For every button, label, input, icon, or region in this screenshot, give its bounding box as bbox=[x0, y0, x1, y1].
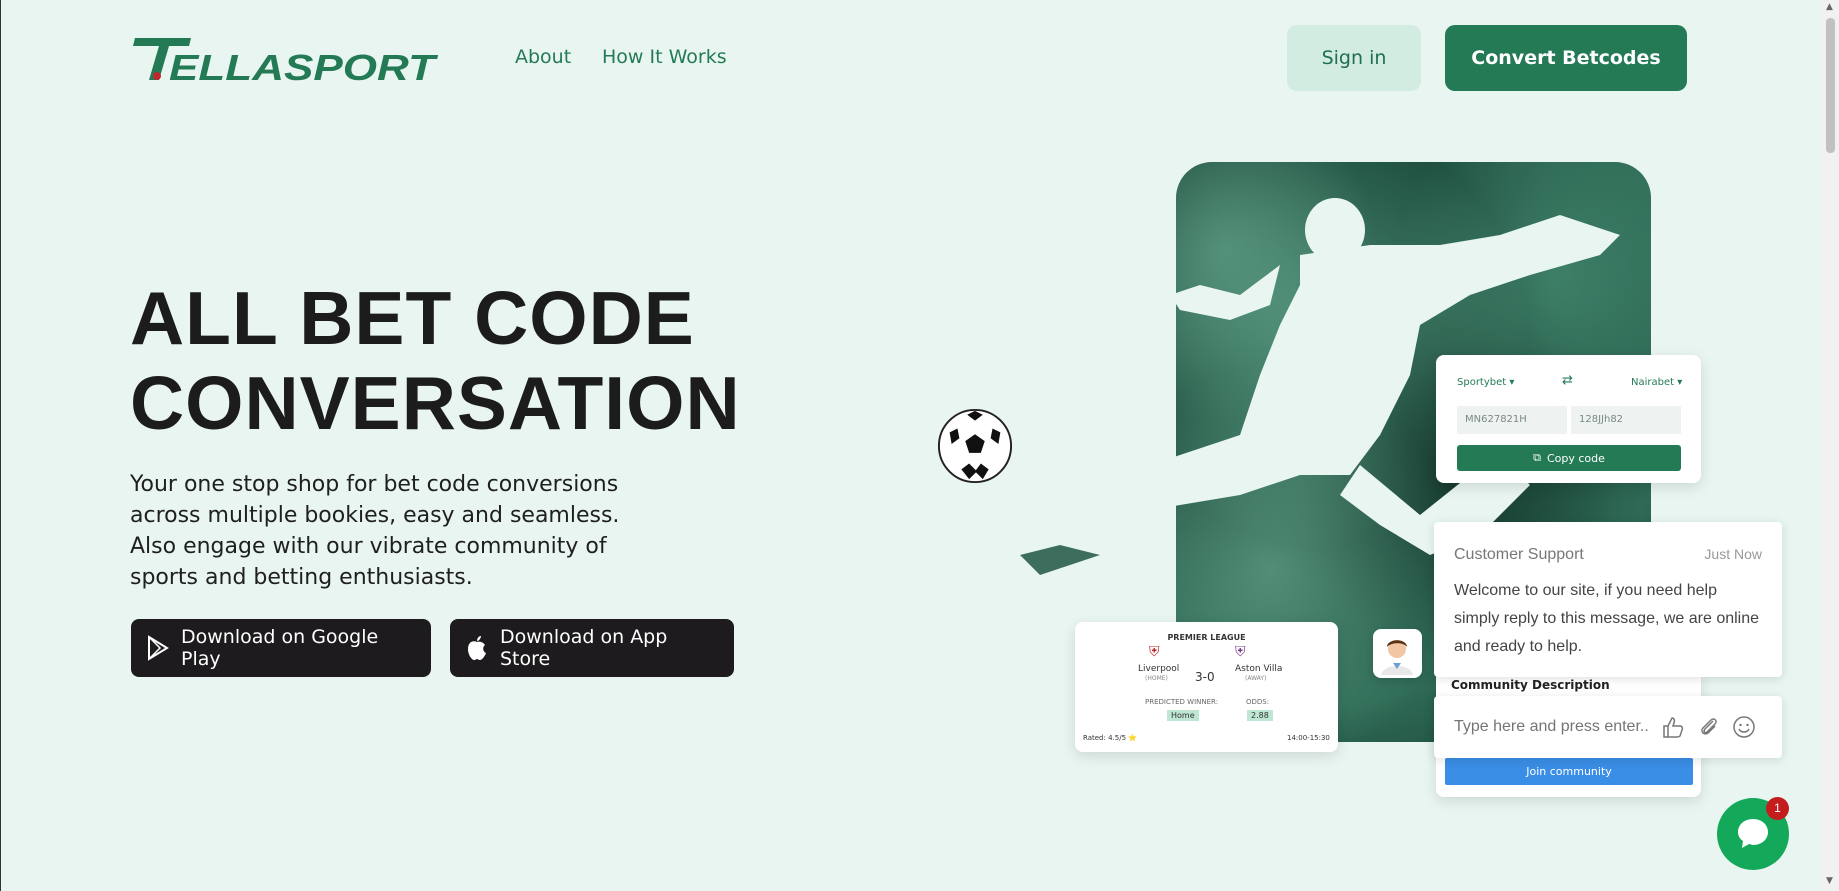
google-play-button[interactable]: Download on Google Play bbox=[131, 619, 431, 677]
to-code-field[interactable]: 128JJh82 bbox=[1571, 406, 1681, 434]
match-time: 14:00-15:30 bbox=[1287, 734, 1330, 742]
scroll-down-icon[interactable]: ▼ bbox=[1826, 876, 1833, 886]
chat-bubble-icon bbox=[1738, 819, 1768, 848]
hero-headline: ALL BET CODE CONVERSATION bbox=[130, 276, 830, 446]
bet-code-card: Sportybet ▾ ⇄ Nairabet ▾ MN6278​21H 128J… bbox=[1436, 355, 1701, 483]
chat-message: Welcome to our site, if you need help si… bbox=[1454, 582, 1760, 655]
emoji-icon[interactable] bbox=[1731, 714, 1757, 740]
page-scrollbar[interactable]: ▲ ▼ bbox=[1822, 0, 1839, 891]
copy-code-button[interactable]: ⧉ Copy code bbox=[1457, 445, 1681, 471]
window-edge bbox=[0, 0, 1, 891]
unread-badge: 1 bbox=[1766, 797, 1789, 820]
copy-icon: ⧉ bbox=[1533, 451, 1541, 464]
headline-line-2: CONVERSATION bbox=[130, 361, 741, 445]
from-bookie[interactable]: Sportybet ▾ bbox=[1457, 377, 1514, 388]
paperclip-icon[interactable] bbox=[1696, 714, 1722, 740]
tellasport-logo[interactable]: ELLASPORT bbox=[131, 32, 441, 88]
odds-value: 2.88 bbox=[1247, 710, 1273, 721]
away-tag: (AWAY) bbox=[1245, 675, 1267, 682]
convert-betcodes-button[interactable]: Convert Betcodes bbox=[1445, 25, 1687, 91]
scroll-up-icon[interactable]: ▲ bbox=[1826, 2, 1833, 12]
scrollbar-thumb[interactable] bbox=[1826, 18, 1835, 153]
from-code-field[interactable]: MN6278​21H bbox=[1457, 406, 1567, 434]
hero-subtext: Your one stop shop for bet code conversi… bbox=[130, 472, 620, 590]
match-prediction-card: PREMIER LEAGUE ⛨ ⛨ Liverpool (HOME) 3-0 … bbox=[1075, 622, 1338, 752]
predicted-winner-label: PREDICTED WINNER: bbox=[1145, 698, 1219, 706]
liverpool-crest-icon: ⛨ bbox=[1149, 644, 1160, 660]
support-avatar[interactable] bbox=[1373, 629, 1422, 678]
home-tag: (HOME) bbox=[1145, 675, 1168, 682]
odds-label: ODDS: bbox=[1246, 698, 1270, 706]
nav-about[interactable]: About bbox=[515, 46, 571, 68]
app-store-label: Download on App Store bbox=[500, 626, 668, 670]
join-community-button[interactable]: Join community bbox=[1445, 758, 1693, 785]
copy-code-label: Copy code bbox=[1546, 451, 1605, 465]
rating: Rated: 4.5/5 ⭐ bbox=[1083, 734, 1137, 742]
nav-how-it-works[interactable]: How It Works bbox=[602, 46, 727, 68]
match-score: 3-0 bbox=[1195, 670, 1215, 684]
chat-input-bar bbox=[1434, 696, 1782, 758]
google-play-icon bbox=[148, 635, 169, 661]
to-bookie[interactable]: Nairabet ▾ bbox=[1631, 377, 1682, 388]
chat-input[interactable] bbox=[1454, 714, 1654, 740]
aston-villa-crest-icon: ⛨ bbox=[1235, 644, 1246, 660]
headline-line-1: ALL BET CODE bbox=[130, 276, 695, 360]
chat-message-popup[interactable]: Customer Support Just Now Welcome to our… bbox=[1434, 522, 1782, 677]
signin-button[interactable]: Sign in bbox=[1287, 25, 1421, 91]
swap-icon[interactable]: ⇄ bbox=[1562, 373, 1573, 388]
soccer-ball-icon bbox=[937, 408, 1013, 484]
home-team: Liverpool bbox=[1138, 664, 1180, 674]
chat-timestamp: Just Now bbox=[1704, 546, 1762, 562]
logo-wordmark: ELLASPORT bbox=[169, 47, 439, 86]
predicted-winner-value: Home bbox=[1167, 710, 1199, 721]
community-title: Community Description bbox=[1451, 678, 1610, 692]
app-store-button[interactable]: Download on App Store bbox=[450, 619, 734, 677]
agent-avatar-icon bbox=[1381, 640, 1413, 675]
thumbs-up-icon[interactable] bbox=[1660, 714, 1686, 740]
google-play-label: Download on Google Play bbox=[181, 626, 379, 670]
apple-icon bbox=[468, 636, 486, 660]
chat-sender: Customer Support bbox=[1454, 546, 1584, 563]
league-label: PREMIER LEAGUE bbox=[1167, 633, 1246, 642]
away-team: Aston Villa bbox=[1235, 664, 1283, 674]
